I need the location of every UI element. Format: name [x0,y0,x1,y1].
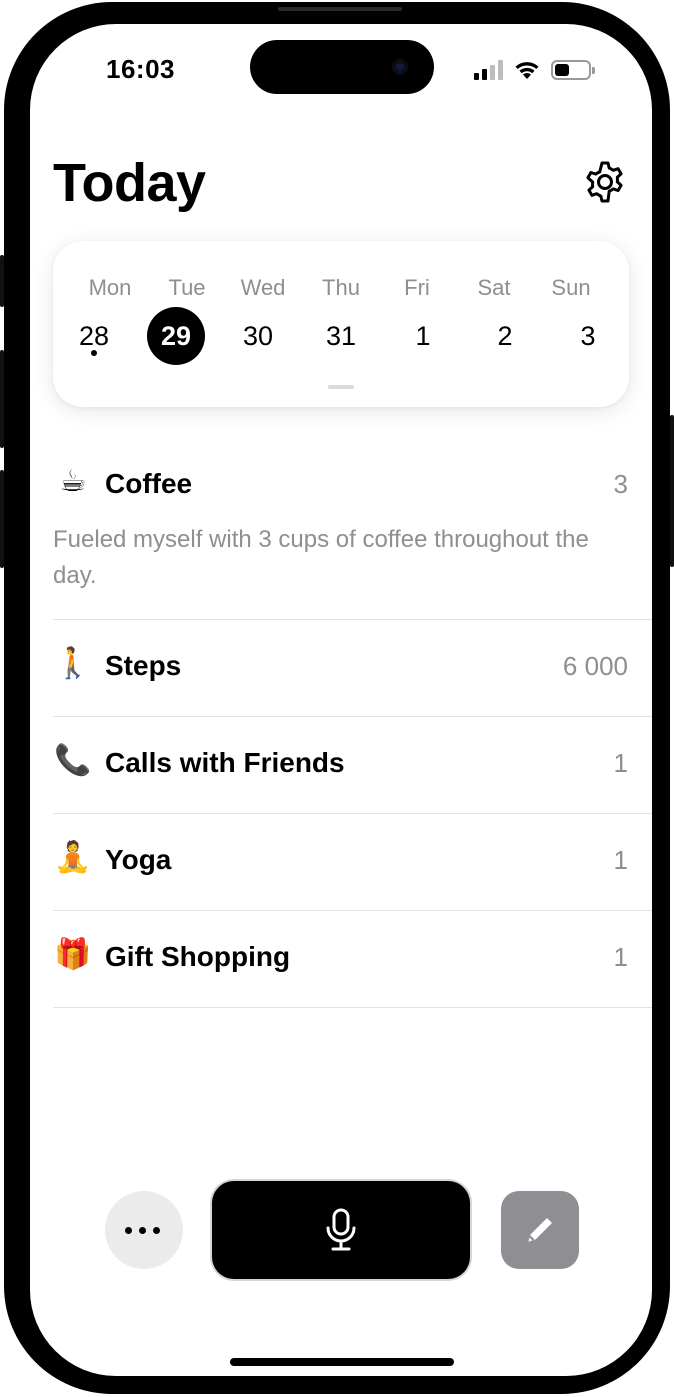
week-calendar: Mon 28 Tue 29 Wed 30 Thu 31 Fri 1 Sat 2 Sun 3 [53,241,629,407]
entry-emoji-icon: 🧘 [54,841,92,874]
screen: 16:03 Today Mon 28 Tue 29 Wed 30 Thu 31 … [30,24,652,1376]
entry-title: Calls with Friends [105,747,345,778]
weekday-label: Wed [240,275,286,300]
entry-count: 6 000 [562,651,628,681]
status-icons [474,58,595,82]
new-entry-button[interactable] [501,1191,579,1269]
volume-down-button [0,470,4,568]
expand-handle[interactable] [328,385,354,389]
pencil-icon [528,1218,552,1242]
camera-icon [392,59,408,75]
battery-icon [551,60,595,80]
day-button[interactable]: 30 [229,307,287,365]
dynamic-island [250,40,434,94]
weekday-label: Mon [88,275,132,300]
wifi-icon [515,62,539,79]
record-voice-button[interactable] [212,1181,470,1279]
cellular-signal-icon [474,60,503,80]
page-title: Today [53,153,206,213]
entry-title: Coffee [105,468,193,499]
entry-title: Gift Shopping [105,941,291,972]
volume-up-button [0,350,4,448]
action-button [0,255,4,307]
speaker-grille [278,7,402,11]
entry-row[interactable]: 🎁 Gift Shopping 1 [53,911,652,1008]
weekday-label: Thu [322,275,360,300]
power-button [670,415,674,567]
weekday-label: Tue [168,275,206,300]
entry-note: Fueled myself with 3 cups of coffee thro… [53,526,589,589]
entry-row[interactable]: 📞 Calls with Friends 1 [53,717,652,814]
entry-emoji-icon: 🚶 [54,647,92,680]
entry-row[interactable]: ☕ Coffee 3 Fueled myself with 3 cups of cof… [53,442,652,620]
entry-count: 1 [613,942,628,972]
entry-title: Steps [105,650,182,681]
entry-emoji-icon: ☕ [59,465,87,498]
day-button[interactable]: 31 [312,307,370,365]
day-button[interactable]: 3 [559,307,617,365]
weekday-label: Sat [477,275,511,300]
entry-emoji-icon: 🎁 [54,938,92,971]
entry-row[interactable]: 🧘 Yoga 1 [53,814,652,911]
weekday-label: Fri [404,275,430,300]
entry-row[interactable]: 🚶 Steps 6 000 [53,620,652,717]
gear-icon[interactable] [583,160,627,204]
more-icon [125,1227,160,1234]
entry-count: 3 [613,469,628,499]
day-button[interactable]: 28 [65,307,123,365]
more-button[interactable] [105,1191,183,1269]
entry-emoji-icon: 📞 [54,744,92,777]
entry-count: 1 [613,845,628,875]
day-button[interactable]: 2 [476,307,534,365]
status-time: 16:03 [106,54,175,84]
entry-count: 1 [613,748,628,778]
day-selected[interactable]: 29 [147,307,205,365]
weekday-label: Sun [551,275,591,300]
entry-title: Yoga [105,844,172,875]
entry-indicator-dot [91,350,97,356]
phone-frame: 16:03 Today Mon 28 Tue 29 Wed 30 Thu 31 … [4,2,670,1394]
battery-level [555,64,569,76]
microphone-icon [326,1208,356,1251]
home-indicator[interactable] [230,1358,454,1366]
day-button[interactable]: 1 [394,307,452,365]
